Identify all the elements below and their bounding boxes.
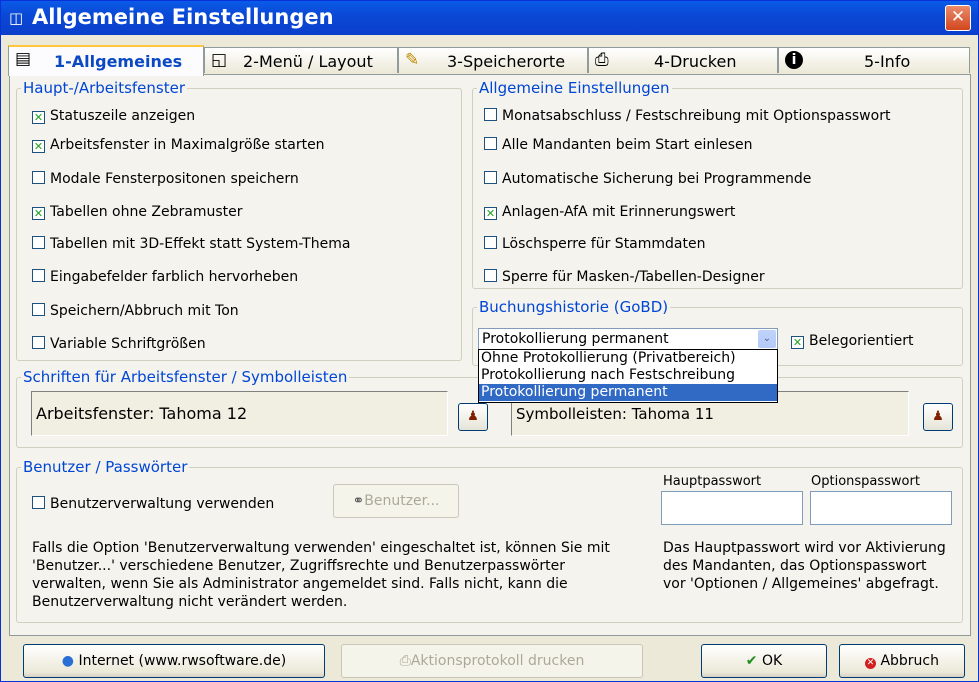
info-icon: i (785, 51, 803, 69)
work-font-button[interactable]: ♟ (458, 403, 488, 431)
checkbox-auto-sicherung[interactable]: Automatische Sicherung bei Programmende (484, 171, 811, 187)
checkbox-farblich[interactable]: Eingabefelder farblich hervorheben (32, 269, 298, 285)
checkbox-checked[interactable]: ✕ (32, 111, 45, 124)
checkbox-checked[interactable]: ✕ (32, 140, 45, 153)
checkbox-checked[interactable]: ✕ (484, 207, 497, 220)
group-title: Allgemeine Einstellungen (479, 79, 670, 97)
group-title: Benutzer / Passwörter (23, 458, 188, 476)
settings-form-icon: ◫ (9, 9, 24, 27)
checkbox-mandanten-einlesen[interactable]: Alle Mandanten beim Start einlesen (484, 137, 753, 153)
window-title: Allgemeine Einstellungen (32, 5, 334, 29)
checkbox-schriftgroessen[interactable]: Variable Schriftgrößen (32, 336, 206, 352)
tab-info[interactable]: i 5-Info (778, 47, 970, 73)
checkbox[interactable] (32, 236, 45, 249)
checkbox-checked[interactable]: ✕ (32, 207, 45, 220)
check-icon: ✔ (745, 653, 758, 669)
checkbox-statuszeile[interactable]: ✕ Statuszeile anzeigen (32, 108, 195, 124)
layout-icon: ◱ (211, 50, 228, 70)
font-picker-icon: ♟ (932, 409, 944, 424)
checkbox-ton[interactable]: Speichern/Abbruch mit Ton (32, 303, 239, 319)
checkbox-loeschsperre[interactable]: Löschsperre für Stammdaten (484, 236, 705, 252)
close-button[interactable]: ✕ (945, 5, 971, 31)
checkbox-benutzerverwaltung[interactable]: Benutzerverwaltung verwenden (32, 496, 274, 512)
checkbox-checked[interactable]: ✕ (791, 336, 804, 349)
group-title: Haupt-/Arbeitsfenster (23, 79, 185, 97)
globe-icon: ● (61, 653, 74, 669)
checkbox[interactable] (32, 269, 45, 282)
group-title: Schriften für Arbeitsfenster / Symbollei… (23, 368, 348, 386)
checkbox-monatsabschluss[interactable]: Monatsabschluss / Festschreibung mit Opt… (484, 108, 890, 124)
tab-drucken[interactable]: ⎙ 4-Drucken (588, 47, 778, 73)
checkbox-anlagen-afa[interactable]: ✕ Anlagen-AfA mit Erinnerungswert (484, 204, 735, 220)
checkbox-designer-sperre[interactable]: Sperre für Masken-/Tabellen-Designer (484, 269, 765, 285)
tab-allgemeines[interactable]: ▤ 1-Allgemeines (8, 45, 204, 76)
group-title: Buchungshistorie (GoBD) (479, 298, 669, 316)
checkbox[interactable] (484, 108, 497, 121)
checkbox-3d-effekt[interactable]: Tabellen mit 3D-Effekt statt System-Them… (32, 236, 350, 252)
font-picker-icon: ♟ (467, 409, 479, 424)
history-dropdown-list: Ohne Protokollierung (Privatbereich) Pro… (478, 349, 778, 403)
history-select-value: Protokollierung permanent (482, 331, 669, 347)
print-log-button[interactable]: ⎙Aktionsprotokoll drucken (341, 644, 643, 678)
chevron-down-icon[interactable]: ⌄ (758, 330, 776, 348)
cancel-icon: ✕ (864, 658, 876, 669)
history-select[interactable]: Protokollierung permanent ⌄ (478, 328, 778, 350)
toolbar-font-button[interactable]: ♟ (923, 403, 953, 431)
password-info-text: Das Hauptpasswort wird vor Aktivierung d… (663, 540, 946, 592)
checkbox[interactable] (484, 236, 497, 249)
tab-speicherorte[interactable]: ✎ 3-Speicherorte (398, 47, 588, 73)
users-info-text: Falls die Option 'Benutzerverwaltung ver… (32, 540, 610, 610)
checkbox-maximalgroesse[interactable]: ✕ Arbeitsfenster in Maximalgröße starten (32, 137, 325, 153)
checkbox[interactable] (32, 303, 45, 316)
printer-icon: ⎙ (399, 653, 411, 669)
ok-button[interactable]: ✔ OK (701, 644, 827, 678)
settings-dialog: ◫ Allgemeine Einstellungen ✕ ▤ 1-Allgeme… (0, 0, 979, 682)
checkbox[interactable] (484, 137, 497, 150)
checkbox-zebramuster[interactable]: ✕ Tabellen ohne Zebramuster (32, 204, 243, 220)
users-button[interactable]: ⚭Benutzer... (333, 484, 459, 518)
internet-button[interactable]: ● Internet (www.rwsoftware.de) (23, 644, 325, 678)
history-option-selected[interactable]: Protokollierung permanent (479, 384, 777, 401)
checkbox[interactable] (32, 496, 45, 509)
checkbox[interactable] (484, 269, 497, 282)
checkbox-fensterpositionen[interactable]: Modale Fensterpositonen speichern (32, 171, 299, 187)
checkbox[interactable] (484, 171, 497, 184)
main-password-label: Hauptpasswort (663, 474, 762, 489)
option-password-input[interactable] (810, 491, 952, 525)
history-option[interactable]: Protokollierung nach Festschreibung (479, 367, 777, 384)
tab-menu-layout[interactable]: ◱ 2-Menü / Layout (204, 47, 398, 73)
checkbox-belegorientiert[interactable]: ✕ Belegorientiert (791, 333, 914, 349)
checkbox[interactable] (32, 171, 45, 184)
work-font-display: Arbeitsfenster: Tahoma 12 (31, 391, 448, 436)
binoculars-icon: ⚭ (352, 493, 365, 509)
notepad-pencil-icon: ✎ (405, 50, 420, 70)
title-bar[interactable]: ◫ Allgemeine Einstellungen ✕ (1, 1, 978, 35)
option-password-label: Optionspasswort (811, 474, 920, 489)
cancel-button[interactable]: ✕ Abbruch (839, 644, 965, 678)
main-password-input[interactable] (661, 491, 803, 525)
printer-icon: ⎙ (595, 50, 609, 70)
settings-form-icon: ▤ (15, 49, 32, 69)
history-option[interactable]: Ohne Protokollierung (Privatbereich) (479, 350, 777, 367)
checkbox[interactable] (32, 336, 45, 349)
